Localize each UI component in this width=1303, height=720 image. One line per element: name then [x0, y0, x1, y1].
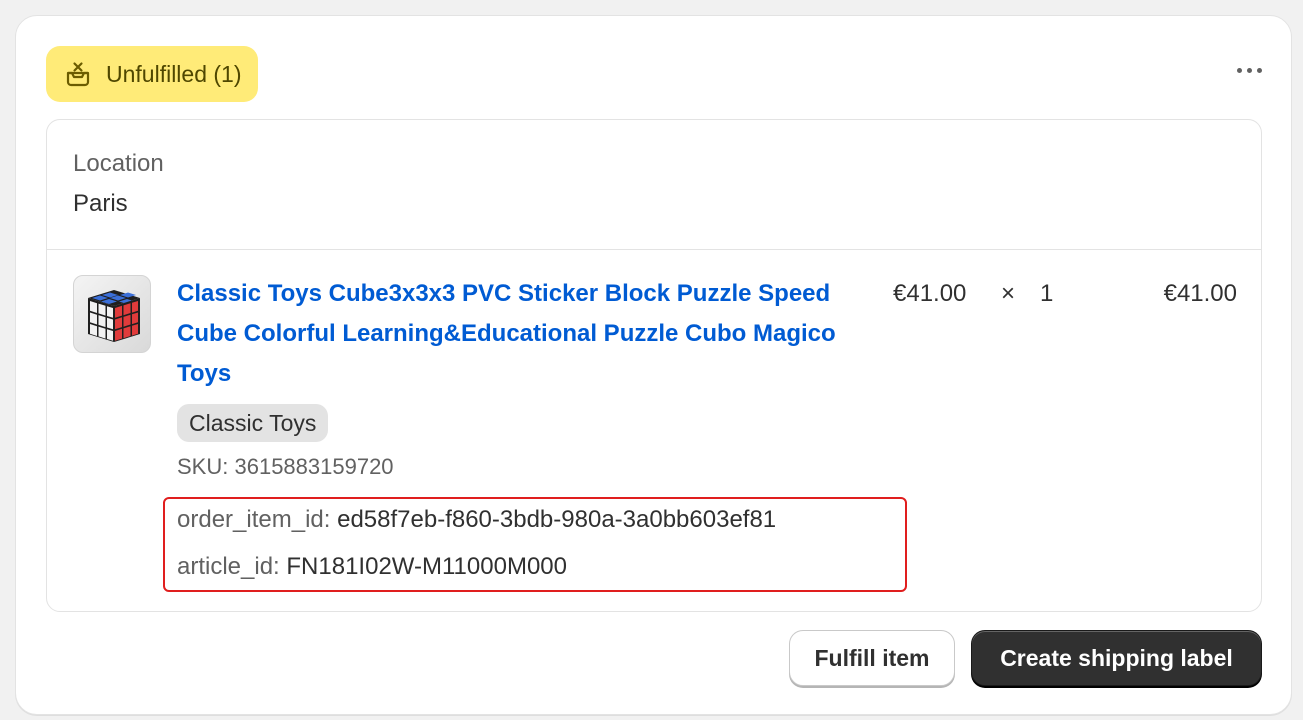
product-thumbnail[interactable] [73, 275, 151, 353]
more-actions-button[interactable] [1227, 56, 1271, 84]
package-unfulfilled-icon [64, 60, 92, 88]
location-label: Location [73, 150, 164, 177]
vendor-tag: Classic Toys [177, 404, 329, 442]
fulfill-item-button[interactable]: Fulfill item [789, 630, 955, 686]
property-value: FN181I02W-M11000M000 [286, 553, 567, 580]
line-items-panel: Location Paris Classic Toys Cube3x3x3 PV… [46, 119, 1262, 612]
property-value: ed58f7eb-f860-3bdb-980a-3a0bb603ef81 [337, 506, 777, 533]
sku-value: 3615883159720 [234, 454, 394, 479]
unit-price: €41.00 [893, 280, 967, 307]
product-title-link[interactable]: Classic Toys Cube3x3x3 PVC Sticker Block… [177, 274, 857, 394]
quantity: 1 [1040, 280, 1054, 307]
property-key: order_item_id: [177, 506, 331, 533]
ellipsis-icon [1236, 67, 1242, 73]
status-badge: Unfulfilled (1) [46, 46, 258, 102]
sku-label: SKU: [177, 454, 229, 479]
fulfillment-card: Unfulfilled (1) Location Paris Classic T… [15, 15, 1292, 715]
times-sign: × [1001, 280, 1016, 307]
location-value: Paris [73, 190, 128, 217]
property-order-item-id: order_item_id: ed58f7eb-f860-3bdb-980a-3… [177, 506, 776, 534]
create-shipping-label-button[interactable]: Create shipping label [971, 630, 1262, 686]
divider [47, 249, 1261, 250]
sku: SKU: 3615883159720 [177, 454, 394, 480]
property-article-id: article_id: FN181I02W-M11000M000 [177, 553, 567, 581]
status-badge-label: Unfulfilled (1) [106, 60, 242, 87]
property-key: article_id: [177, 553, 280, 580]
line-total: €41.00 [1163, 280, 1237, 307]
